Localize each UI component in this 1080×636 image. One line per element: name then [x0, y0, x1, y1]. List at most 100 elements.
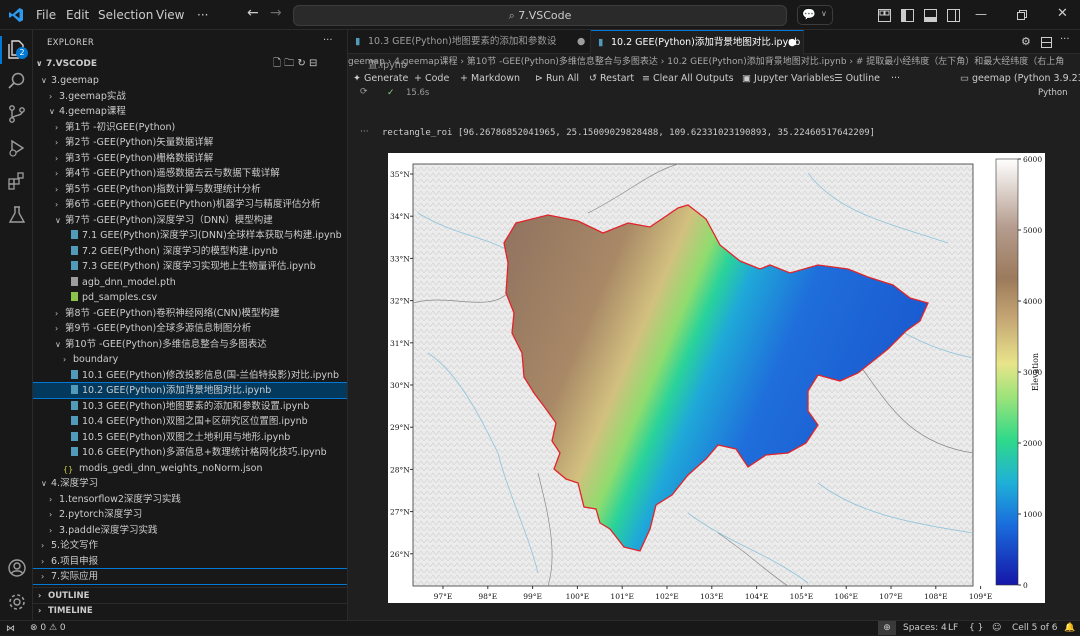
toggle-sidebar-icon[interactable] — [901, 9, 914, 22]
menu-file[interactable]: File — [36, 8, 56, 22]
new-folder-icon[interactable]: 🗀 — [284, 58, 294, 69]
problems-indicator[interactable]: ⊗ 0 ⚠ 0 — [30, 621, 66, 635]
search-icon[interactable] — [6, 70, 28, 92]
toggle-secondary-sidebar-icon[interactable] — [947, 9, 960, 22]
file-item[interactable]: 10.2 GEE(Python)添加背景地图对比.ipynb — [33, 382, 347, 399]
tab-10-3[interactable]: ▮ 10.3 GEE(Python)地图要素的添加和参数设置.ipynb ● — [348, 30, 591, 71]
refresh-icon[interactable]: ↻ — [297, 58, 305, 69]
language-braces[interactable]: { } — [969, 621, 983, 635]
chevron-right-icon: › — [55, 184, 59, 194]
unsaved-dot-icon[interactable]: ● — [577, 30, 585, 54]
nav-forward-icon[interactable]: → — [270, 5, 282, 21]
toolbar-more-button[interactable]: ··· — [891, 70, 900, 88]
folder-item[interactable]: ∨ 3.geemap — [33, 73, 347, 88]
menu-selection[interactable]: Selection — [98, 8, 153, 22]
zoom-icon[interactable]: ⊕ — [878, 621, 896, 635]
menu-more[interactable]: ··· — [197, 8, 208, 22]
testing-flask-icon[interactable] — [6, 204, 28, 226]
cell-position[interactable]: Cell 5 of 6 — [1012, 621, 1058, 635]
unsaved-dot-icon[interactable]: ● — [788, 31, 796, 55]
tab-10-2[interactable]: ▮ 10.2 GEE(Python)添加背景地图对比.ipynb ● — [591, 30, 804, 54]
collapse-all-icon[interactable]: ⊟ — [309, 58, 317, 69]
add-markdown-button[interactable]: + Markdown — [460, 70, 520, 88]
nav-back-icon[interactable]: ← — [247, 5, 259, 21]
clear-outputs-button[interactable]: ≡ Clear All Outputs — [642, 70, 734, 88]
folder-item[interactable]: › 2.pytorch深度学习 — [33, 507, 347, 522]
folder-item[interactable]: › 第3节 -GEE(Python)栅格数据详解 — [33, 151, 347, 166]
add-code-button[interactable]: + Code — [414, 70, 449, 88]
file-item[interactable]: 10.1 GEE(Python)修改投影信息(国-兰伯特投影)对比.ipynb — [33, 368, 347, 383]
run-debug-icon[interactable] — [6, 137, 28, 159]
file-item[interactable]: 7.1 GEE(Python)深度学习(DNN)全球样本获取与构建.ipynb — [33, 228, 347, 243]
notifications-bell-icon[interactable]: 🔔 — [1064, 621, 1075, 635]
extensions-icon[interactable] — [6, 170, 28, 192]
folder-item[interactable]: › 第8节 -GEE(Python)卷积神经网络(CNN)模型构建 — [33, 306, 347, 321]
folder-item[interactable]: › 第2节 -GEE(Python)矢量数据详解 — [33, 135, 347, 150]
folder-item[interactable]: › 第9节 -GEE(Python)全球多源信息制图分析 — [33, 321, 347, 336]
indentation-status[interactable]: Spaces: 4 — [903, 621, 947, 635]
restart-button[interactable]: ↺ Restart — [589, 70, 634, 88]
folder-item[interactable]: › 1.tensorflow2深度学习实践 — [33, 492, 347, 507]
file-item[interactable]: 7.2 GEE(Python) 深度学习的模型构建.ipynb — [33, 244, 347, 259]
outline-button[interactable]: ☰ Outline — [834, 70, 880, 88]
notebook-file-icon: ▮ — [355, 36, 361, 47]
menu-edit[interactable]: Edit — [66, 8, 89, 22]
file-item[interactable]: 10.4 GEE(Python)双图之国+区研究区位置图.ipynb — [33, 414, 347, 429]
folder-item[interactable]: › 3.geemap实战 — [33, 89, 347, 104]
copilot-chat-button[interactable]: 💬 ∨ — [797, 5, 833, 25]
cell-output-text: rectangle_roi [96.26786852041965, 25.150… — [382, 128, 876, 138]
breadcrumb[interactable]: geemap › 4.geemap课程 › 第10节 -GEE(Python)多… — [348, 54, 1080, 70]
folder-item[interactable]: › 第1节 -初识GEE(Python) — [33, 120, 347, 135]
file-item[interactable]: {} modis_gedi_dnn_weights_noNorm.json — [33, 461, 347, 476]
file-item[interactable]: 7.3 GEE(Python) 深度学习实现地上生物量评估.ipynb — [33, 259, 347, 274]
folder-item[interactable]: › 6.项目申报 — [33, 554, 347, 569]
file-item[interactable]: pd_samples.csv — [33, 290, 347, 305]
menu-view[interactable]: View — [156, 8, 184, 22]
folder-item[interactable]: ∨ 第7节 -GEE(Python)深度学习（DNN）模型构建 — [33, 213, 347, 228]
explorer-header: EXPLORER — [47, 38, 95, 48]
cell-collapse-icon[interactable]: ⟳ — [360, 87, 368, 97]
file-item[interactable]: 10.6 GEE(Python)多源信息+数理统计格网化技巧.ipynb — [33, 445, 347, 460]
folder-item[interactable]: › boundary — [33, 352, 347, 367]
file-item[interactable]: 10.5 GEE(Python)双图之土地利用与地形.ipynb — [33, 430, 347, 445]
folder-item[interactable]: › 第4节 -GEE(Python)遥感数据去云与数据下载详解 — [33, 166, 347, 181]
folder-item[interactable]: ∨ 第10节 -GEE(Python)多维信息整合与多图表达 — [33, 337, 347, 352]
account-icon[interactable] — [6, 557, 28, 579]
chevron-right-icon: › — [38, 606, 42, 615]
settings-gear-icon[interactable] — [6, 591, 28, 613]
file-item[interactable]: 10.3 GEE(Python)地图要素的添加和参数设置.ipynb — [33, 399, 347, 414]
source-control-icon[interactable] — [6, 103, 28, 125]
remote-icon[interactable]: ⋈ — [6, 622, 15, 636]
folder-item[interactable]: › 3.paddle深度学习实践 — [33, 523, 347, 538]
folder-item[interactable]: › 7.实际应用 — [33, 568, 347, 585]
eol-status[interactable]: LF — [948, 621, 958, 635]
timeline-section[interactable]: › TIMELINE — [38, 606, 93, 616]
folder-item[interactable]: › 5.论文写作 — [33, 538, 347, 553]
explorer-more-button[interactable]: ··· — [323, 35, 333, 46]
generate-button[interactable]: ✦ Generate — [353, 70, 408, 88]
toggle-panel-icon[interactable] — [924, 9, 937, 22]
folder-item[interactable]: › 第6节 -GEE(Python)GEE(Python)机器学习与精度评估分析 — [33, 197, 347, 212]
run-all-button[interactable]: ⊳ Run All — [535, 70, 579, 88]
notebook-toolbar: ✦ Generate + Code + Markdown ⊳ Run All ↺… — [348, 70, 1080, 88]
split-editor-icon[interactable] — [1041, 37, 1052, 48]
folder-item[interactable]: ∨ 4.深度学习 — [33, 476, 347, 491]
restore-icon[interactable] — [1017, 10, 1027, 20]
jupyter-variables-button[interactable]: ▣ Jupyter Variables — [742, 70, 834, 88]
folder-item[interactable]: › 第5节 -GEE(Python)指数计算与数理统计分析 — [33, 182, 347, 197]
file-icon — [71, 276, 78, 286]
cell-language[interactable]: Python — [1038, 88, 1067, 98]
output-more-icon[interactable]: ··· — [360, 127, 369, 137]
gear-icon[interactable]: ⚙ — [1021, 35, 1031, 48]
editor-more-icon[interactable]: ··· — [1060, 34, 1070, 45]
minimize-icon[interactable]: — — [975, 7, 987, 21]
new-file-icon[interactable]: 🗋 — [273, 58, 281, 69]
close-icon[interactable]: ✕ — [1057, 6, 1068, 21]
kernel-picker[interactable]: ▭ geemap (Python 3.9.23) — [960, 70, 1080, 88]
outline-section[interactable]: › OUTLINE — [38, 591, 89, 601]
layout-customize-icon[interactable] — [878, 9, 891, 22]
file-item[interactable]: agb_dnn_model.pth — [33, 275, 347, 290]
command-center-search[interactable]: ⌕ 7.VSCode — [293, 5, 787, 26]
copilot-icon[interactable]: ☺ — [992, 621, 1001, 635]
folder-item[interactable]: ∨ 4.geemap课程 — [33, 104, 347, 119]
